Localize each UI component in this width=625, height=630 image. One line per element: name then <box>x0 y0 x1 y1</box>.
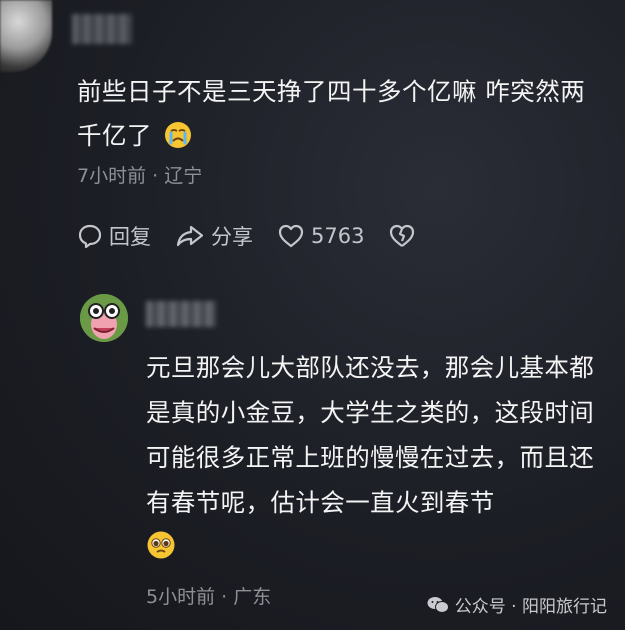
commenter-name-blurred[interactable] <box>72 14 132 44</box>
wechat-icon <box>427 596 449 613</box>
like-button[interactable]: 5763 <box>277 223 364 249</box>
comment-text: 前些日子不是三天挣了四十多个亿嘛 咋突然两千亿了 <box>77 77 586 150</box>
reply-button[interactable]: 回复 <box>77 221 151 251</box>
dislike-button[interactable] <box>388 223 422 249</box>
pleading-face-icon <box>146 529 606 574</box>
commenter-avatar[interactable] <box>0 0 52 72</box>
comment-meta: 7小时前 · 辽宁 <box>77 165 203 187</box>
share-button[interactable]: 分享 <box>175 221 253 251</box>
comment-body: 前些日子不是三天挣了四十多个亿嘛 咋突然两千亿了 <box>77 70 607 163</box>
comment-actions: 回复 分享 5763 <box>77 218 446 254</box>
replier-name-blurred[interactable] <box>146 301 216 327</box>
like-count: 5763 <box>311 224 365 248</box>
reply-body: 元旦那会儿大部队还没去，那会儿基本都是真的小金豆，大学生之类的，这段时间可能很多… <box>146 345 606 574</box>
reply-label: 回复 <box>109 225 151 249</box>
share-label: 分享 <box>211 225 253 249</box>
reply-meta: 5小时前 · 广东 <box>146 586 272 608</box>
share-icon <box>176 225 204 247</box>
crying-face-icon <box>164 119 192 163</box>
heart-icon <box>278 224 304 248</box>
watermark: 公众号 · 阳阳旅行记 <box>427 592 607 617</box>
reply-text: 元旦那会儿大部队还没去，那会儿基本都是真的小金豆，大学生之类的，这段时间可能很多… <box>146 353 595 517</box>
watermark-text: 公众号 · 阳阳旅行记 <box>454 597 607 617</box>
broken-heart-icon <box>390 224 415 247</box>
reply-avatar[interactable] <box>80 294 128 342</box>
reply-icon <box>78 224 102 249</box>
